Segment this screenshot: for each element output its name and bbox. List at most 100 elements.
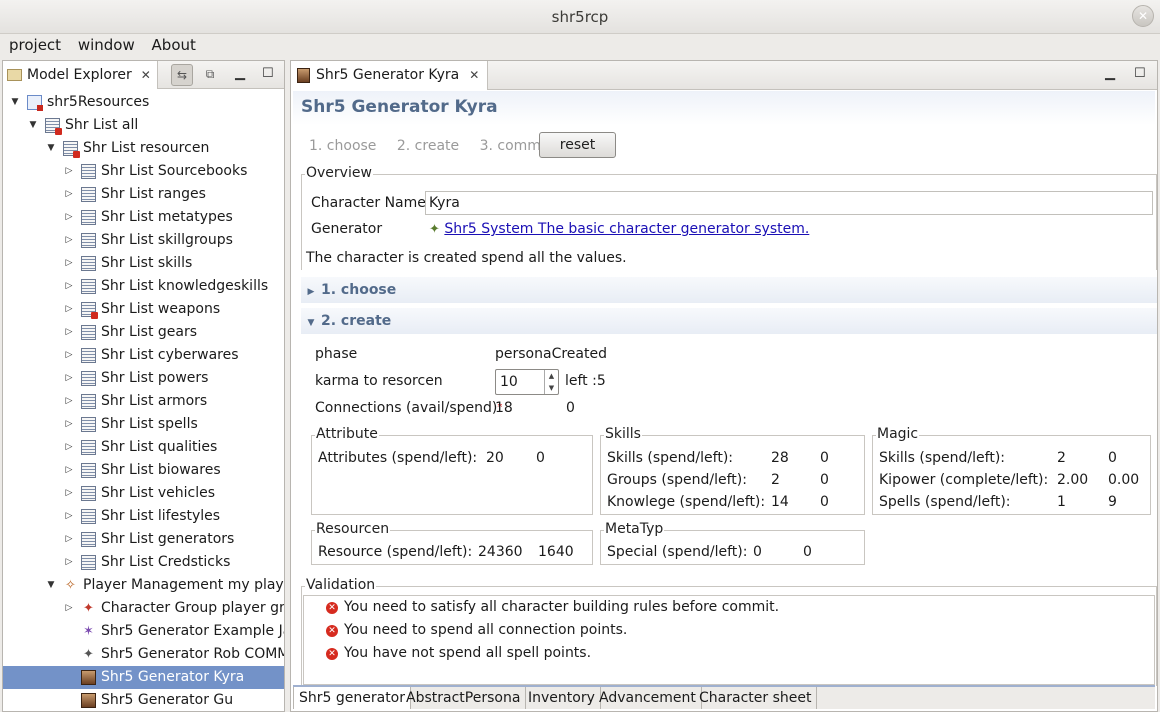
expand-icon[interactable]: ▷ bbox=[63, 413, 75, 436]
tree-item[interactable]: ▷ Shr List Sourcebooks bbox=[3, 160, 284, 183]
link-with-editor-button[interactable]: ⇆ bbox=[171, 64, 193, 86]
tab-shr5-generator[interactable]: Shr5 generator bbox=[293, 687, 412, 709]
expand-icon[interactable]: ▷ bbox=[63, 183, 75, 206]
error-icon: ✕ bbox=[326, 625, 338, 637]
list-icon bbox=[81, 463, 96, 478]
minimize-editor-button[interactable]: ▁ bbox=[1105, 63, 1115, 85]
menu-about[interactable]: About bbox=[147, 34, 203, 56]
tree-item[interactable]: ✶ Shr5 Generator Example Jar bbox=[3, 620, 284, 643]
section-create[interactable]: ▼ 2. create bbox=[301, 308, 1157, 334]
collapse-icon: ▼ bbox=[307, 318, 315, 328]
expand-icon[interactable]: ▷ bbox=[63, 436, 75, 459]
list-icon bbox=[81, 210, 96, 225]
tree-item[interactable]: ▷ Shr List gears bbox=[3, 321, 284, 344]
tree-item[interactable]: ▷ Shr List skills bbox=[3, 252, 284, 275]
tree-item[interactable]: ▷ Shr List qualities bbox=[3, 436, 284, 459]
tree-item[interactable]: ▷ Shr List biowares bbox=[3, 459, 284, 482]
reset-button[interactable]: reset bbox=[539, 132, 616, 158]
character-name-input[interactable]: Kyra bbox=[425, 191, 1153, 215]
tree-item[interactable]: ▼ Shr List resourcen bbox=[3, 137, 284, 160]
tree-item[interactable]: ▼ ✧ Player Management my player bbox=[3, 574, 284, 597]
validation-list[interactable]: ✕ You need to satisfy all character build… bbox=[303, 595, 1155, 685]
tree-item-label: Shr List all bbox=[65, 117, 139, 133]
skills-row-label: Skills (spend/left): bbox=[607, 450, 733, 466]
expand-icon[interactable]: ▷ bbox=[63, 597, 75, 620]
tree-item[interactable]: ▷ Shr List spells bbox=[3, 413, 284, 436]
tree-item[interactable]: ▷ Shr List vehicles bbox=[3, 482, 284, 505]
special-a: 0 bbox=[753, 544, 762, 560]
tree-item[interactable]: ▷ Shr List cyberwares bbox=[3, 344, 284, 367]
expand-icon[interactable]: ▷ bbox=[63, 482, 75, 505]
expand-icon[interactable]: ▷ bbox=[63, 505, 75, 528]
karma-spinner[interactable]: 10 ▲ ▼ bbox=[495, 369, 559, 395]
expand-icon[interactable]: ▷ bbox=[63, 367, 75, 390]
resourcen-group: Resourcen Resource (spend/left): 24360 1… bbox=[311, 520, 593, 565]
section-choose[interactable]: ▶ 1. choose bbox=[301, 277, 1157, 303]
tree-item[interactable]: ▷ Shr List lifestyles bbox=[3, 505, 284, 528]
spinner-buttons[interactable]: ▲ ▼ bbox=[544, 370, 558, 394]
tab-character-sheet[interactable]: Character sheet bbox=[694, 687, 818, 709]
tree-item[interactable]: ▷ Shr List Credsticks bbox=[3, 551, 284, 574]
expand-icon[interactable]: ▷ bbox=[63, 252, 75, 275]
window-close-button[interactable]: ✕ bbox=[1132, 5, 1154, 27]
tree-item-label: Shr List armors bbox=[101, 393, 208, 409]
collapse-icon[interactable]: ▼ bbox=[9, 91, 21, 114]
expand-icon[interactable]: ▷ bbox=[63, 528, 75, 551]
expand-icon[interactable]: ▷ bbox=[63, 390, 75, 413]
tree-item-label: Shr5 Generator Kyra bbox=[101, 669, 245, 685]
tree-item[interactable]: ▷ Shr List skillgroups bbox=[3, 229, 284, 252]
tree-item[interactable]: ▷ Shr List powers bbox=[3, 367, 284, 390]
magic-skills-label: Skills (spend/left): bbox=[879, 450, 1005, 466]
collapse-icon[interactable]: ▼ bbox=[45, 137, 57, 160]
tree-item[interactable]: ▷ Shr List armors bbox=[3, 390, 284, 413]
tree-item-label: Character Group player gro bbox=[101, 600, 285, 616]
expand-icon[interactable]: ▷ bbox=[63, 229, 75, 252]
expand-icon[interactable]: ▷ bbox=[63, 321, 75, 344]
tree-item-label: Shr5 Generator Gu bbox=[101, 692, 234, 708]
magic-skills-b: 0 bbox=[1108, 450, 1117, 466]
kipower-label: Kipower (complete/left): bbox=[879, 472, 1049, 488]
tree-item[interactable]: ▷ ✦ Character Group player gro bbox=[3, 597, 285, 620]
list-icon bbox=[81, 279, 96, 294]
maximize-view-button[interactable]: ☐ bbox=[262, 63, 274, 85]
tab-abstract-persona[interactable]: AbstractPersona bbox=[401, 687, 527, 709]
close-icon[interactable]: ✕ bbox=[469, 62, 479, 89]
tab-inventory[interactable]: Inventory bbox=[523, 687, 601, 709]
tree-item[interactable]: ▷ Shr List generators bbox=[3, 528, 284, 551]
collapse-icon[interactable]: ▼ bbox=[27, 114, 39, 137]
special-b: 0 bbox=[803, 544, 812, 560]
editor-tab-kyra[interactable]: Shr5 Generator Kyra ✕ bbox=[291, 61, 489, 90]
expand-icon[interactable]: ▷ bbox=[63, 459, 75, 482]
tree-item[interactable]: Shr5 Generator Gu bbox=[3, 689, 284, 711]
menu-window[interactable]: window bbox=[73, 34, 142, 56]
expand-icon[interactable]: ▷ bbox=[63, 160, 75, 183]
expand-icon[interactable]: ▷ bbox=[63, 298, 75, 321]
tree-item[interactable]: ▷ Shr List ranges bbox=[3, 183, 284, 206]
tree-item[interactable]: ▼ shr5Resources bbox=[3, 91, 284, 114]
list-icon bbox=[81, 371, 96, 386]
tab-advancement[interactable]: Advancement bbox=[594, 687, 702, 709]
minimize-view-button[interactable]: ▁ bbox=[235, 63, 245, 85]
tree-item[interactable]: ✦ Shr5 Generator Rob COMMI bbox=[3, 643, 284, 666]
tree-item-label: Shr List Credsticks bbox=[101, 554, 231, 570]
expand-icon[interactable]: ▷ bbox=[63, 206, 75, 229]
collapse-all-button[interactable]: ⧉ bbox=[199, 64, 221, 86]
generator-editor: Shr5 Generator Kyra ✕ ▁ ☐ Shr5 Generator… bbox=[290, 60, 1158, 712]
collapse-icon[interactable]: ▼ bbox=[45, 574, 57, 597]
expand-icon[interactable]: ▷ bbox=[63, 551, 75, 574]
spells-label: Spells (spend/left): bbox=[879, 494, 1011, 510]
connections-avail: 18 bbox=[495, 400, 513, 416]
tree-item[interactable]: Shr5 Generator Kyra bbox=[3, 666, 284, 689]
tree-item[interactable]: ▼ Shr List all bbox=[3, 114, 284, 137]
expand-icon[interactable]: ▷ bbox=[63, 275, 75, 298]
maximize-editor-button[interactable]: ☐ bbox=[1134, 63, 1146, 85]
expand-icon[interactable]: ▷ bbox=[63, 344, 75, 367]
tree-item[interactable]: ▷ Shr List metatypes bbox=[3, 206, 284, 229]
menu-project[interactable]: project bbox=[0, 34, 68, 56]
editor-tabbar: Shr5 Generator Kyra ✕ ▁ ☐ bbox=[291, 61, 1157, 90]
model-explorer-tab[interactable]: Model Explorer ✕ bbox=[3, 61, 158, 89]
close-icon[interactable]: ✕ bbox=[141, 62, 151, 88]
generator-link[interactable]: Shr5 System The basic character generato… bbox=[444, 221, 809, 237]
tree-item[interactable]: ▷ Shr List weapons bbox=[3, 298, 284, 321]
tree-item[interactable]: ▷ Shr List knowledgeskills bbox=[3, 275, 284, 298]
